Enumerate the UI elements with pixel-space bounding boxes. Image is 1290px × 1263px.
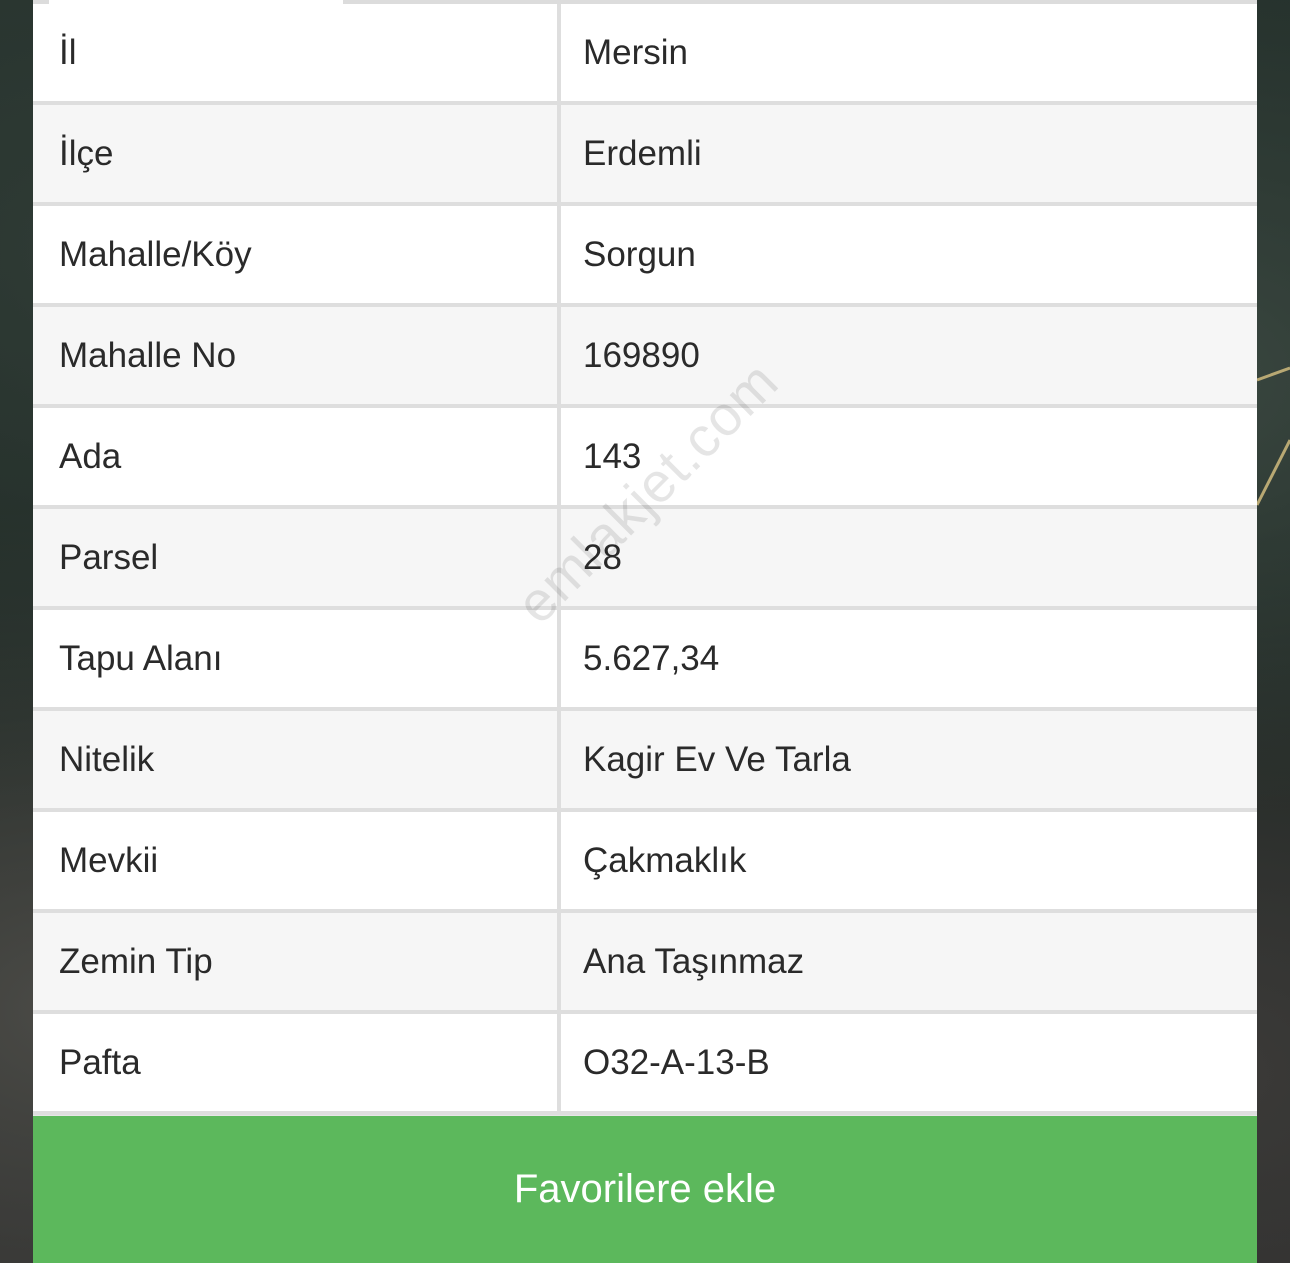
property-value: 169890 — [561, 307, 1257, 408]
property-label: Mevkii — [33, 812, 561, 913]
table-row: Mahalle No 169890 — [33, 307, 1257, 408]
property-label: Mahalle No — [33, 307, 561, 408]
table-row: İl Mersin — [33, 4, 1257, 105]
table-row: Pafta O32-A-13-B — [33, 1014, 1257, 1115]
property-value: O32-A-13-B — [561, 1014, 1257, 1115]
table-row: Nitelik Kagir Ev Ve Tarla — [33, 711, 1257, 812]
table-row: Parsel 28 — [33, 509, 1257, 610]
table-row: Ada 143 — [33, 408, 1257, 509]
property-value: Erdemli — [561, 105, 1257, 206]
property-value: 28 — [561, 509, 1257, 610]
property-label: Ada — [33, 408, 561, 509]
table-row: Zemin Tip Ana Taşınmaz — [33, 913, 1257, 1014]
property-value: Çakmaklık — [561, 812, 1257, 913]
property-label: Zemin Tip — [33, 913, 561, 1014]
property-value: 143 — [561, 408, 1257, 509]
property-label: Pafta — [33, 1014, 561, 1115]
property-label: Mahalle/Köy — [33, 206, 561, 307]
parcel-properties-table: İl Mersin İlçe Erdemli Mahalle/Köy Sorgu… — [33, 4, 1257, 1115]
table-row: Mahalle/Köy Sorgun — [33, 206, 1257, 307]
property-label: Nitelik — [33, 711, 561, 812]
property-value: Mersin — [561, 4, 1257, 105]
parcel-info-panel: İl Mersin İlçe Erdemli Mahalle/Köy Sorgu… — [33, 0, 1257, 1263]
property-value: Sorgun — [561, 206, 1257, 307]
property-value: Ana Taşınmaz — [561, 913, 1257, 1014]
property-label: Tapu Alanı — [33, 610, 561, 711]
add-to-favorites-button[interactable]: Favorilere ekle — [33, 1116, 1257, 1263]
property-value: 5.627,34 — [561, 610, 1257, 711]
property-label: İl — [33, 4, 561, 105]
property-value: Kagir Ev Ve Tarla — [561, 711, 1257, 812]
property-label: Parsel — [33, 509, 561, 610]
table-row: Tapu Alanı 5.627,34 — [33, 610, 1257, 711]
table-row: Mevkii Çakmaklık — [33, 812, 1257, 913]
table-row: İlçe Erdemli — [33, 105, 1257, 206]
property-label: İlçe — [33, 105, 561, 206]
